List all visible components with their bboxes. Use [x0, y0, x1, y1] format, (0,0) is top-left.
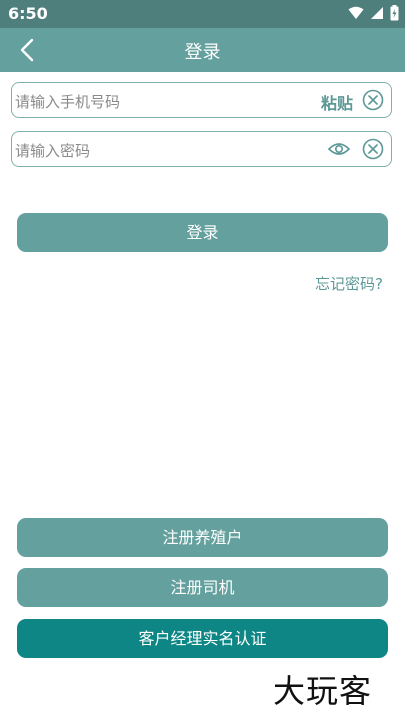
- watermark: 大玩客: [273, 672, 373, 710]
- paste-button[interactable]: 粘贴: [321, 90, 353, 114]
- register-driver-button[interactable]: 注册司机: [17, 568, 388, 607]
- signal-icon: [371, 7, 383, 19]
- eye-icon[interactable]: [327, 138, 351, 160]
- battery-icon: [390, 5, 399, 21]
- app-bar: 登录: [0, 28, 405, 72]
- clear-icon[interactable]: [362, 138, 384, 160]
- manager-verify-button[interactable]: 客户经理实名认证: [17, 619, 388, 658]
- clear-icon[interactable]: [362, 89, 384, 111]
- status-bar: 6:50: [0, 0, 405, 28]
- password-placeholder: 请输入密码: [15, 142, 91, 160]
- register-farmer-button[interactable]: 注册养殖户: [17, 518, 388, 557]
- page-title: 登录: [184, 42, 221, 63]
- status-time: 6:50: [8, 4, 48, 23]
- login-button[interactable]: 登录: [17, 213, 388, 252]
- status-icons: [348, 5, 399, 21]
- phone-placeholder: 请输入手机号码: [15, 93, 121, 111]
- wifi-icon: [348, 6, 364, 19]
- password-input[interactable]: 请输入密码: [11, 131, 392, 167]
- forgot-password-link[interactable]: 忘记密码?: [315, 273, 383, 294]
- phone-input[interactable]: 请输入手机号码 粘贴: [11, 82, 392, 118]
